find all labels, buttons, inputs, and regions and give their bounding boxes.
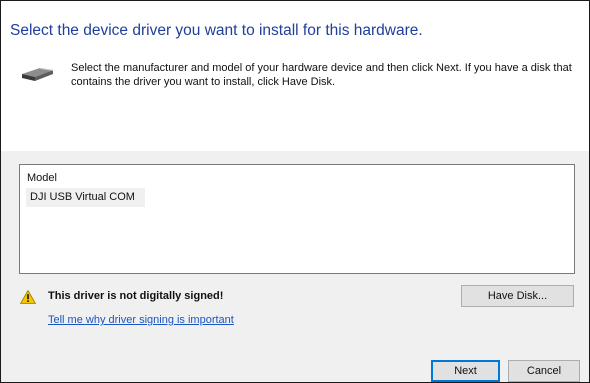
cancel-button[interactable]: Cancel <box>508 360 580 382</box>
driver-selection-dialog: Select the device driver you want to ins… <box>0 0 590 383</box>
model-list-item-selected[interactable]: DJI USB Virtual COM <box>26 188 145 207</box>
instructions-text: Select the manufacturer and model of you… <box>71 62 572 88</box>
page-title: Select the device driver you want to ins… <box>10 22 423 39</box>
model-list[interactable]: Model DJI USB Virtual COM <box>19 164 575 274</box>
driver-signing-link[interactable]: Tell me why driver signing is important <box>48 314 234 326</box>
model-column-header: Model <box>27 172 57 184</box>
unsigned-driver-warning: This driver is not digitally signed! <box>48 290 224 302</box>
next-button[interactable]: Next <box>431 360 500 382</box>
warning-icon <box>20 290 36 304</box>
have-disk-button[interactable]: Have Disk... <box>461 285 574 307</box>
hardware-device-icon <box>22 68 53 81</box>
header-panel: Select the device driver you want to ins… <box>1 1 589 151</box>
